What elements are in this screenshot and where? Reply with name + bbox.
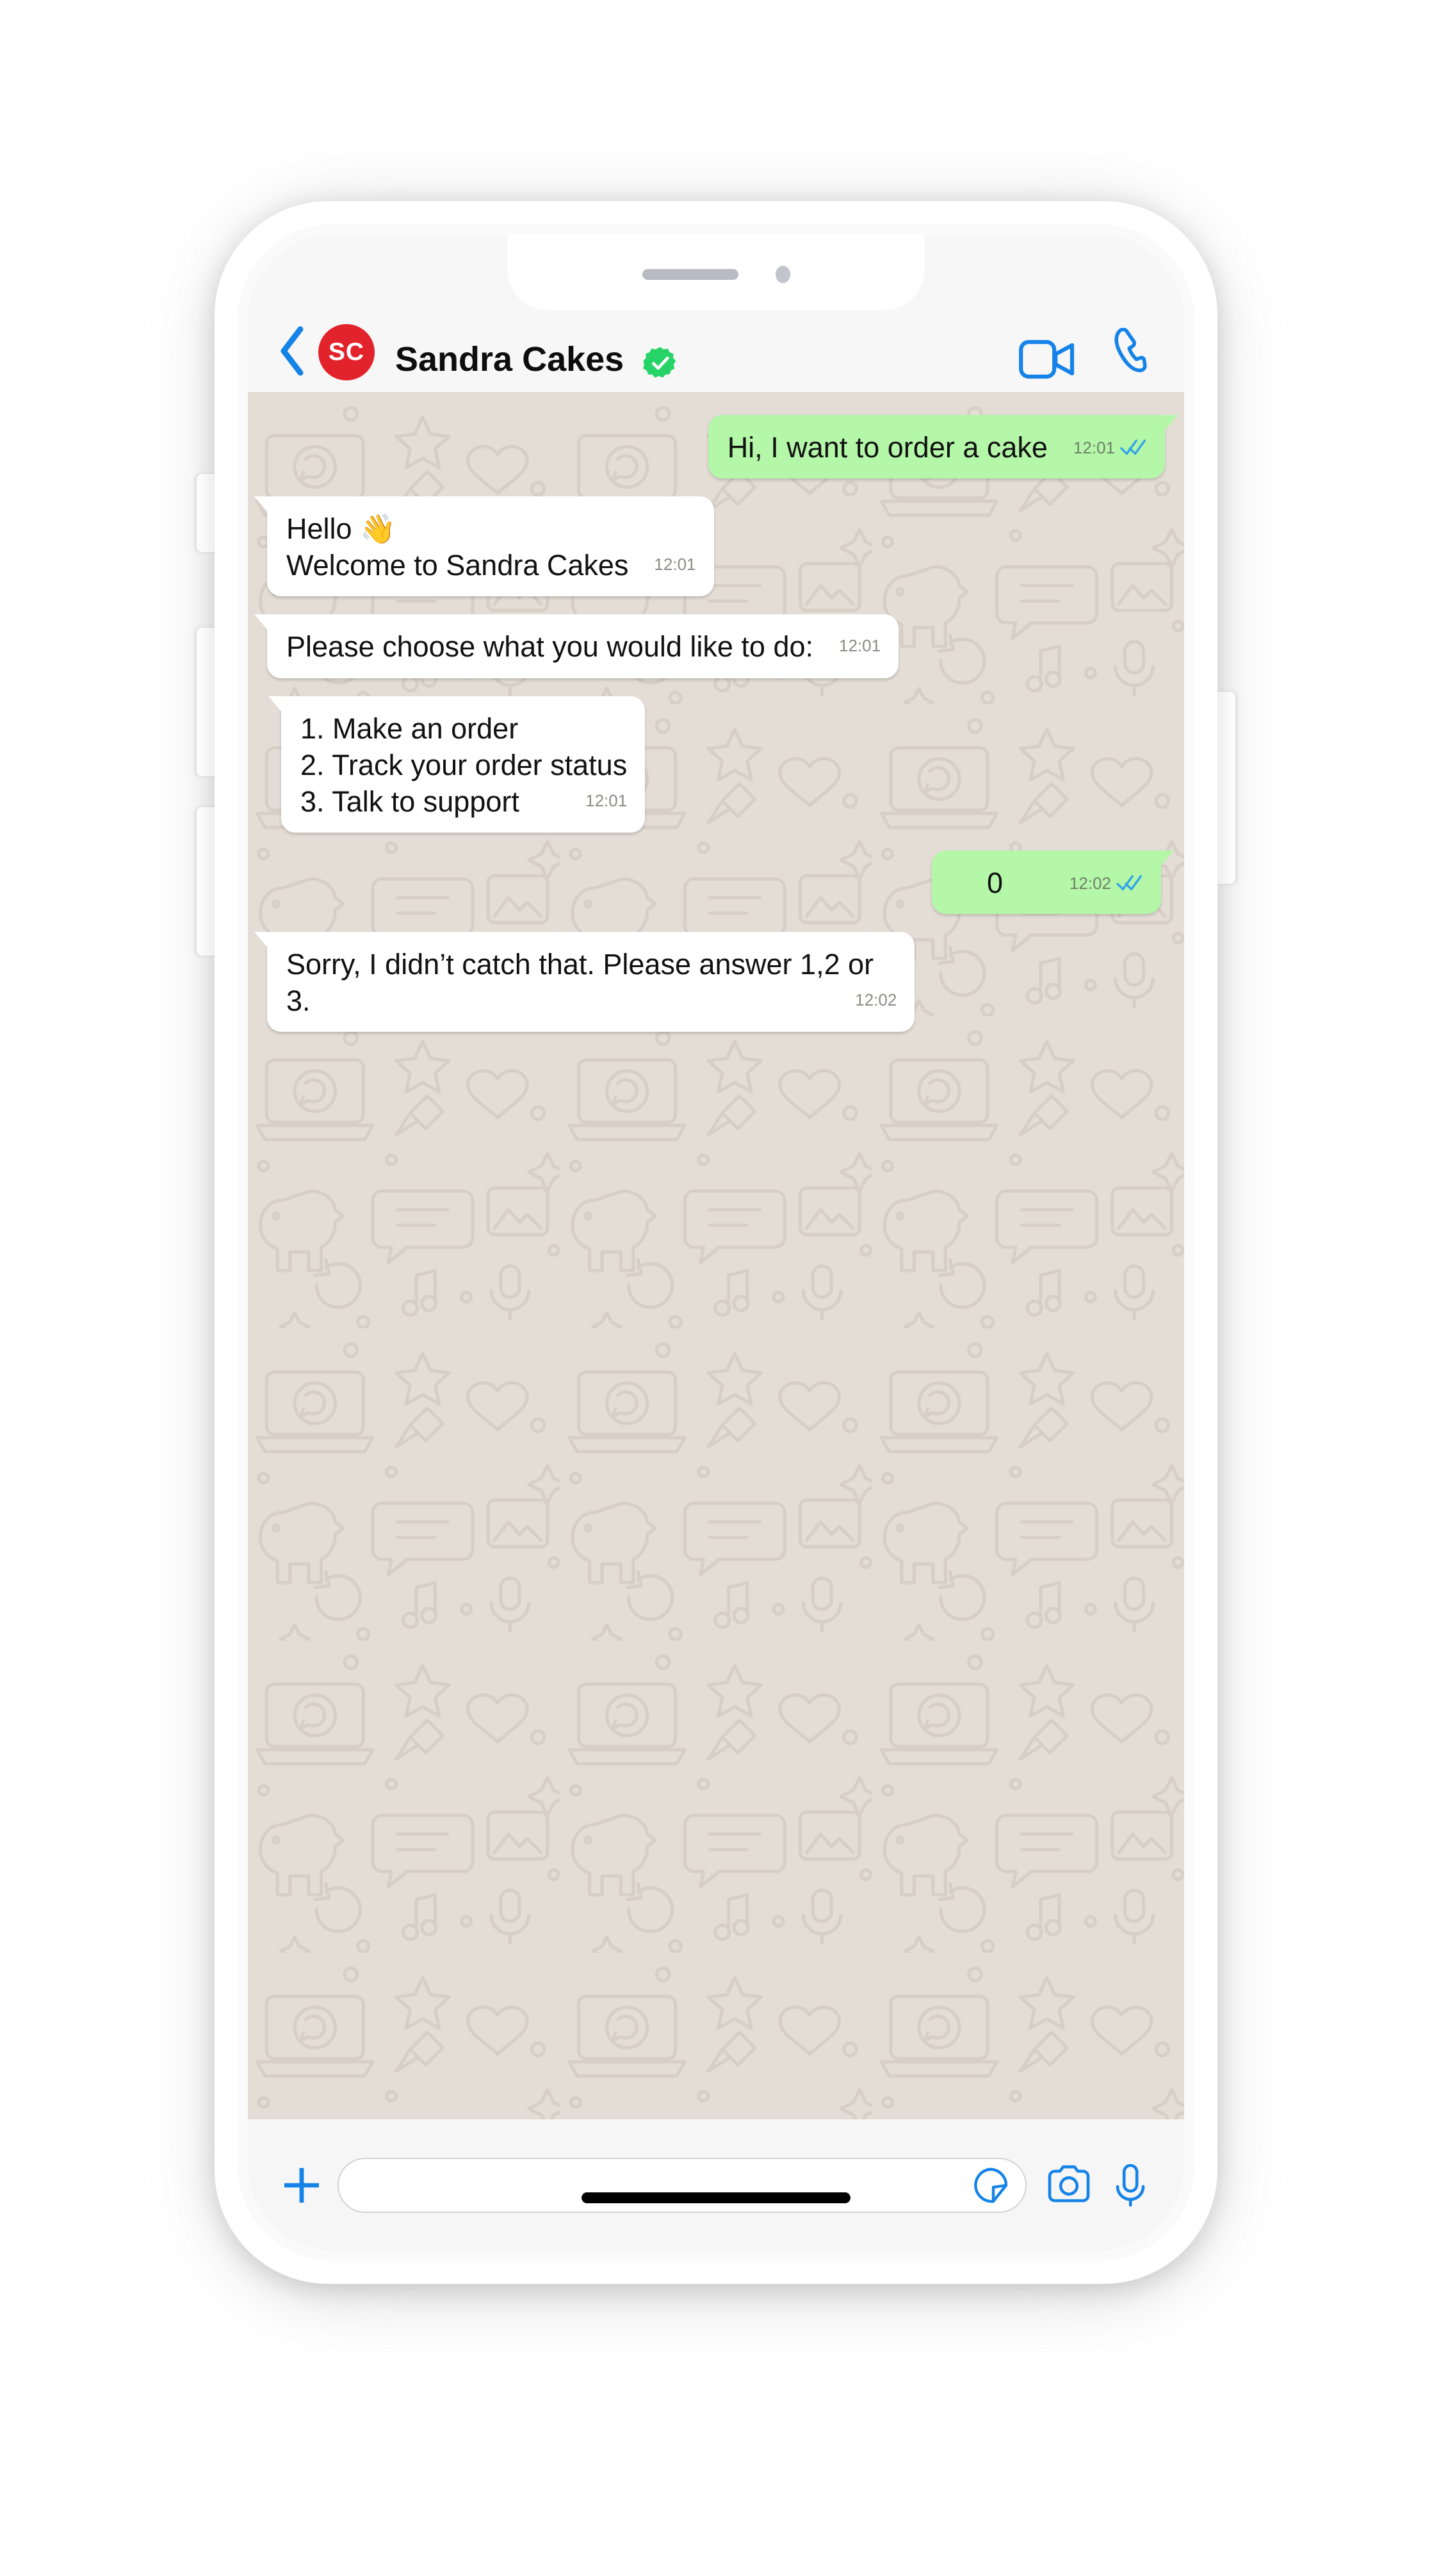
camera-button[interactable]: [1037, 2165, 1101, 2206]
message-timestamp: 12:01: [585, 790, 628, 810]
messages-area[interactable]: Hi, I want to order a cake 12:01 Hello 👋…: [248, 392, 1184, 2119]
message-meta: 12:02: [855, 991, 897, 1008]
video-call-button[interactable]: [1018, 338, 1077, 380]
phone-screen: SC Sandra Cakes Hi, I want to order a ca…: [248, 234, 1184, 2251]
phone-notch: [508, 234, 924, 310]
message-timestamp: 12:01: [654, 555, 696, 575]
message-text: 1. Make an order 2. Track your order sta…: [300, 712, 628, 818]
speaker-grille-icon: [642, 268, 738, 280]
phone-body: SC Sandra Cakes Hi, I want to order a ca…: [215, 201, 1217, 2284]
message-input-wrapper[interactable]: [338, 2157, 1027, 2213]
message-meta: 12:02: [1070, 874, 1143, 892]
front-camera-icon: [775, 265, 790, 283]
message-bubble-outgoing[interactable]: 0 12:02: [932, 850, 1174, 915]
camera-icon: [1048, 2165, 1090, 2202]
message-row: Hello 👋 Welcome to Sandra Cakes 12:01: [254, 496, 1165, 597]
message-meta: 12:01: [585, 792, 627, 809]
message-meta: 12:01: [839, 637, 881, 654]
mic-button[interactable]: [1101, 2163, 1160, 2208]
contact-name[interactable]: Sandra Cakes: [395, 342, 624, 380]
message-meta: 12:01: [1073, 438, 1147, 456]
back-button[interactable]: [270, 322, 314, 380]
message-timestamp: 12:01: [1073, 438, 1115, 457]
verified-badge-icon: [643, 346, 676, 378]
message-timestamp: 12:02: [855, 990, 897, 1010]
message-timestamp: 12:01: [839, 636, 881, 656]
video-camera-icon: [1019, 339, 1075, 379]
message-text: Please choose what you would like to do:: [286, 630, 814, 664]
message-row: 0 12:02: [267, 850, 1174, 915]
message-row: Please choose what you would like to do:…: [254, 614, 1165, 678]
verified-badge: [643, 346, 678, 380]
voice-call-button[interactable]: [1110, 328, 1162, 380]
message-bubble-incoming[interactable]: Please choose what you would like to do:…: [254, 614, 899, 678]
phone-icon: [1114, 328, 1147, 373]
messages-list: Hi, I want to order a cake 12:01 Hello 👋…: [248, 392, 1184, 2119]
microphone-icon: [1116, 2164, 1145, 2206]
message-text: Hi, I want to order a cake: [727, 431, 1048, 464]
message-bubble-incoming[interactable]: Sorry, I didn’t catch that. Please answe…: [254, 932, 915, 1032]
message-meta: 12:01: [654, 556, 696, 573]
message-row: Sorry, I didn’t catch that. Please answe…: [254, 932, 1165, 1032]
home-indicator: [582, 2192, 850, 2203]
message-input-bar: [248, 2119, 1184, 2251]
double-check-icon: [1116, 874, 1143, 892]
message-text: 0: [987, 866, 1004, 899]
message-bubble-incoming[interactable]: 1. Make an order 2. Track your order sta…: [268, 696, 646, 833]
message-row: 1. Make an order 2. Track your order sta…: [267, 696, 1165, 833]
message-row: Hi, I want to order a cake 12:01: [267, 415, 1178, 479]
phone-mockup: SC Sandra Cakes Hi, I want to order a ca…: [197, 186, 1235, 2306]
sticker-icon: [974, 2167, 1008, 2203]
message-bubble-outgoing[interactable]: Hi, I want to order a cake 12:01: [708, 415, 1178, 479]
avatar[interactable]: SC: [318, 324, 375, 380]
plus-icon: [284, 2167, 319, 2203]
sticker-button[interactable]: [972, 2167, 1009, 2204]
message-text: Sorry, I didn’t catch that. Please answe…: [286, 948, 874, 1018]
phone-bezel: SC Sandra Cakes Hi, I want to order a ca…: [238, 224, 1194, 2261]
message-timestamp: 12:02: [1069, 873, 1111, 893]
message-bubble-incoming[interactable]: Hello 👋 Welcome to Sandra Cakes 12:01: [254, 496, 714, 597]
avatar-initials: SC: [328, 338, 365, 366]
back-chevron-icon: [281, 326, 304, 376]
message-text: Hello 👋 Welcome to Sandra Cakes: [286, 512, 629, 582]
attach-button[interactable]: [272, 2164, 331, 2206]
double-check-icon: [1120, 438, 1147, 456]
